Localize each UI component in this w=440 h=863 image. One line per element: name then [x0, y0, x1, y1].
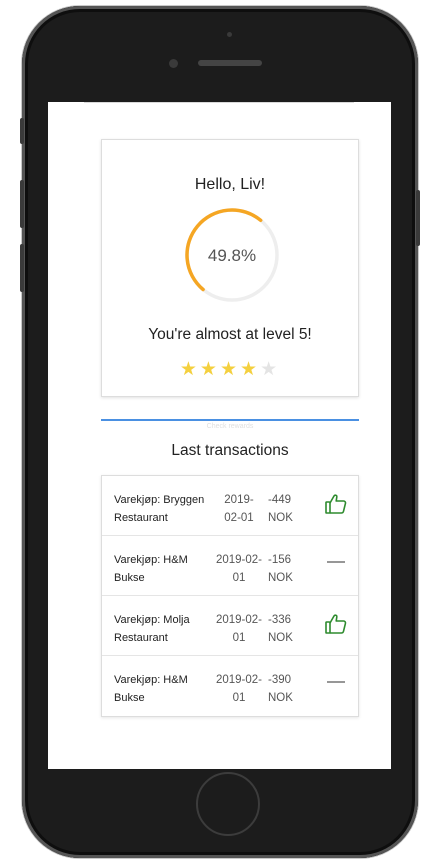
transaction-row[interactable]: Varekjøp: Molja Restaurant 2019-02- 01 -33… — [102, 596, 358, 656]
transaction-row[interactable]: Varekjøp: H&M Bukse 2019-02- 01 -390 NOK — [102, 656, 358, 716]
transaction-amount: -336 NOK — [268, 611, 312, 647]
thumbs-up-icon[interactable] — [324, 492, 348, 516]
front-camera — [169, 59, 178, 68]
description-line: Bukse — [114, 692, 145, 704]
description-line: Varekjøp: Molja — [114, 614, 190, 626]
amount-value: -156 — [268, 554, 292, 566]
transaction-date: 2019-02- 01 — [214, 671, 264, 707]
date-line: 02-01 — [224, 512, 254, 524]
earpiece-speaker — [198, 60, 262, 66]
star-filled-icon: ★ — [199, 359, 220, 380]
transaction-description: Varekjøp: Bryggen Restaurant — [114, 491, 218, 527]
date-line: 2019-02- — [215, 614, 263, 626]
description-line: Varekjøp: H&M — [114, 554, 188, 566]
transaction-amount: -390 NOK — [268, 671, 312, 707]
transactions-list: Varekjøp: Bryggen Restaurant 2019- 02-01 -… — [101, 475, 359, 717]
date-line: 2019-02- — [215, 674, 263, 686]
date-line: 01 — [232, 572, 246, 584]
amount-value: -336 — [268, 614, 292, 626]
volume-up-button[interactable] — [20, 180, 24, 228]
sensor-dot — [227, 32, 232, 37]
transaction-description: Varekjøp: Molja Restaurant — [114, 611, 218, 647]
amount-currency: NOK — [268, 632, 293, 644]
date-line: 2019- — [224, 494, 254, 506]
tab-check-rewards[interactable]: Check rewards — [101, 423, 359, 430]
transaction-row[interactable]: Varekjøp: H&M Bukse 2019-02- 01 -156 NOK — [102, 536, 358, 596]
transaction-date: 2019- 02-01 — [214, 491, 264, 527]
description-line: Restaurant — [114, 512, 168, 524]
home-button[interactable] — [196, 772, 260, 836]
amount-currency: NOK — [268, 572, 293, 584]
transaction-amount: -449 NOK — [268, 491, 312, 527]
transactions-title: Last transactions — [171, 442, 289, 459]
date-line: 01 — [232, 692, 246, 704]
level-message: You're almost at level 5! — [148, 326, 312, 343]
dash-icon[interactable] — [324, 552, 348, 576]
transaction-date: 2019-02- 01 — [214, 551, 264, 587]
amount-value: -449 — [268, 494, 292, 506]
rating-stars: ★★★★★ — [102, 360, 358, 379]
date-line: 01 — [232, 632, 246, 644]
transaction-row[interactable]: Varekjøp: Bryggen Restaurant 2019- 02-01 -… — [102, 476, 358, 536]
description-line: Varekjøp: Bryggen — [114, 494, 205, 506]
description-line: Varekjøp: H&M — [114, 674, 188, 686]
amount-currency: NOK — [268, 512, 293, 524]
mute-switch[interactable] — [20, 118, 24, 144]
star-filled-icon: ★ — [179, 359, 200, 380]
star-empty-icon: ★ — [260, 359, 281, 380]
transaction-description: Varekjøp: H&M Bukse — [114, 671, 218, 707]
transaction-amount: -156 NOK — [268, 551, 312, 587]
description-line: Restaurant — [114, 632, 168, 644]
greeting-text: Hello, Liv! — [194, 176, 266, 193]
star-filled-icon: ★ — [240, 359, 261, 380]
thumbs-up-icon[interactable] — [324, 612, 348, 636]
power-button[interactable] — [416, 190, 420, 246]
amount-value: -390 — [268, 674, 292, 686]
transaction-description: Varekjøp: H&M Bukse — [114, 551, 218, 587]
header-divider — [84, 102, 354, 103]
app-screen: Hello, Liv! 49.8% You're almost at level… — [48, 102, 391, 769]
date-line: 2019-02- — [215, 554, 263, 566]
tab-indicator — [101, 419, 359, 421]
transaction-date: 2019-02- 01 — [214, 611, 264, 647]
volume-down-button[interactable] — [20, 244, 24, 292]
progress-card: Hello, Liv! 49.8% You're almost at level… — [101, 139, 359, 397]
description-line: Bukse — [114, 572, 145, 584]
star-filled-icon: ★ — [219, 359, 241, 380]
amount-currency: NOK — [268, 692, 293, 704]
progress-percent: 49.8% — [207, 246, 257, 265]
dash-icon[interactable] — [324, 672, 348, 696]
